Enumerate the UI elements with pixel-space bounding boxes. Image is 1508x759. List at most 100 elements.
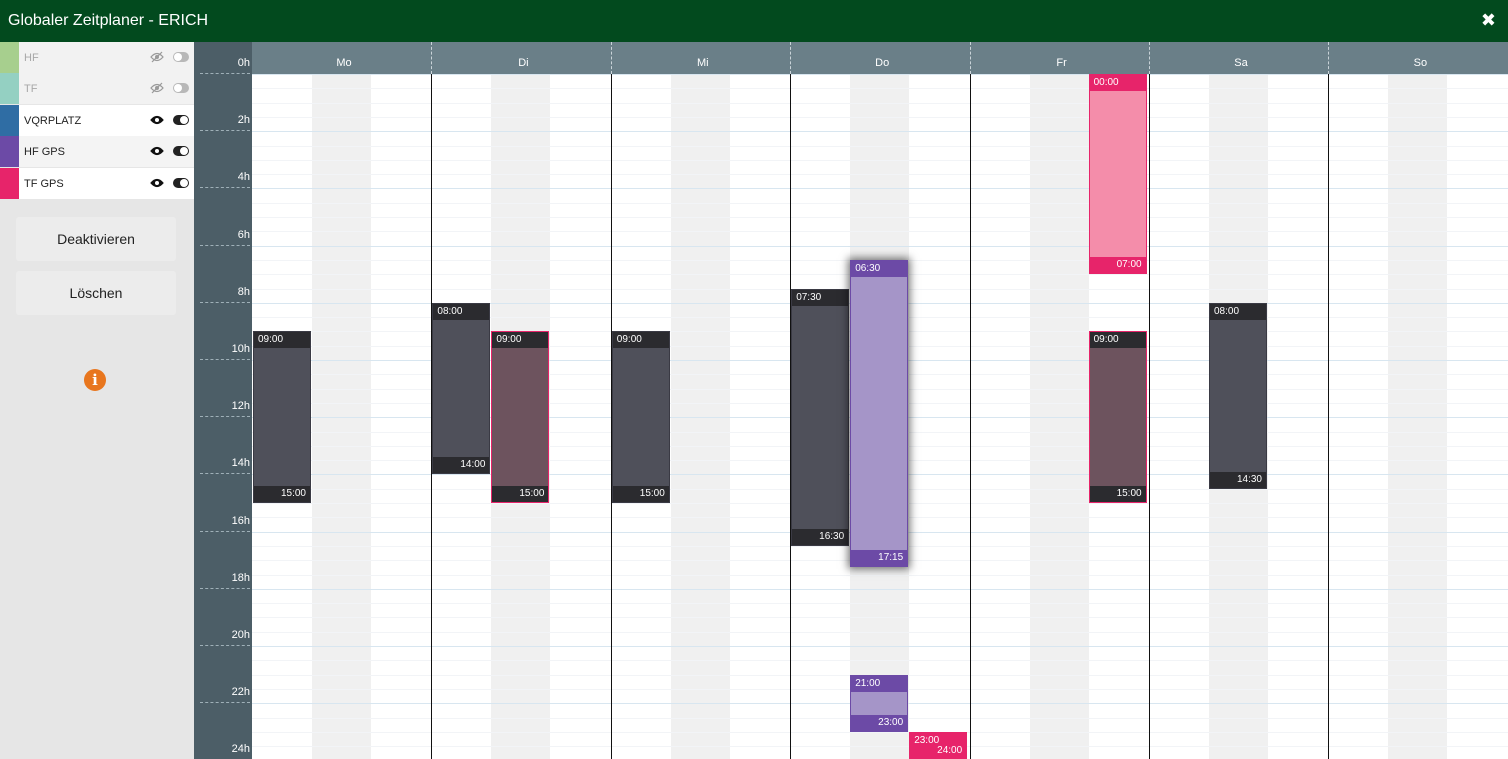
grid-line [252,145,1508,147]
layer-color-swatch [0,136,19,168]
block-start-time: 08:00 [433,303,490,320]
info-icon[interactable]: i [84,369,106,391]
schedule-block[interactable]: 09:00 15:00 [253,331,311,503]
hour-label: 14h [231,457,250,470]
day-header-separator [431,42,433,74]
schedule-block[interactable]: 23:00 24:00 [909,731,968,759]
day-label: Mo [336,57,352,69]
hour-tick [200,359,250,360]
hour-label: 22h [231,686,250,699]
day-separator [969,74,971,759]
hour-label: 20h [231,629,250,641]
layer-label: HF GPS [24,146,65,159]
window-title: Globaler Zeitplaner - ERICH [8,12,209,29]
layer-toggle[interactable] [173,52,189,62]
day-label: Sa [1234,57,1248,69]
eye-slash-icon[interactable] [150,82,164,94]
grid-line [252,131,1508,133]
layer-label: TF GPS [24,177,64,190]
hour-label: 6h [237,228,250,241]
day-label: Fr [1056,57,1067,69]
hour-tick [200,587,250,589]
schedule-block[interactable]: 09:00 15:00 [1088,331,1147,503]
eye-icon[interactable] [150,145,164,157]
grid-line [252,245,1508,247]
sidebar: HF TF VQRPLATZ HF GPS TF GPS Deaktivieren Lö… [0,42,194,759]
hour-tick [200,702,250,704]
grid-line [252,660,1508,662]
block-start-time: 07:30 [792,289,849,306]
title-bar: Globaler Zeitplaner - ERICH ✖ [0,0,1508,42]
layer-toggle[interactable] [173,177,189,188]
grid-line [252,74,1508,75]
eye-icon[interactable] [150,114,164,126]
hour-label: 18h [231,571,250,584]
schedule-block[interactable]: 06:30 17:15 [850,259,909,568]
close-icon[interactable]: ✖ [1481,10,1496,31]
grid-line [252,603,1508,605]
day-label: Do [875,57,890,69]
eye-icon[interactable] [150,177,164,189]
schedule-block[interactable]: 21:00 23:00 [850,674,909,732]
layer-row-hf[interactable]: HF [0,42,194,73]
block-end-time: 14:00 [433,457,490,474]
block-start-time: 09:00 [254,332,310,349]
layer-toggle[interactable] [173,146,189,157]
day-header-separator [1328,42,1330,74]
layer-row-hf-gps[interactable]: HF GPS [0,136,194,168]
schedule-block[interactable]: 07:30 16:30 [791,288,850,546]
day-label: Di [518,57,529,69]
hour-label: 0h [237,57,250,69]
schedule-block[interactable]: 08:00 14:30 [1209,302,1267,489]
eye-slash-icon[interactable] [150,51,164,63]
schedule-block[interactable]: 09:00 15:00 [611,331,670,503]
layer-label: HF [24,52,39,64]
schedule-grid[interactable]: 09:00 15:00 08:00 14:00 09:00 15:00 09:00 15:00… [252,74,1508,759]
grid-line [252,188,1508,190]
layer-toggle[interactable] [173,114,189,125]
hour-tick [200,187,250,189]
day-header-separator [790,42,792,74]
toggle-knob [180,178,188,187]
day-separator [1149,74,1150,759]
grid-line [252,617,1508,619]
schedule-block[interactable]: 08:00 14:00 [432,302,491,475]
layer-color-swatch [0,42,19,73]
hour-tick [200,530,250,532]
hour-label: 10h [231,343,250,355]
block-end-time: 17:15 [851,550,908,567]
grid-line [252,631,1508,633]
grid-line [252,574,1508,576]
hour-label: 4h [237,171,250,184]
hour-label: 12h [231,400,250,413]
layer-row-tf[interactable]: TF [0,73,194,105]
hour-tick [200,244,250,246]
grid-line [252,231,1508,233]
layer-label: TF [24,83,38,96]
grid-line [252,174,1508,176]
schedule-block[interactable]: 09:00 15:00 [491,331,550,503]
block-start-time: 09:00 [492,332,549,349]
schedule-block[interactable]: 00:00 07:00 [1088,74,1147,275]
grid-line [252,646,1508,647]
hour-label: 16h [231,514,250,527]
grid-line [252,588,1508,590]
block-end-time: 15:00 [1089,485,1146,502]
block-start-time: 09:00 [612,332,669,349]
layer-color-swatch [0,73,19,105]
delete-button[interactable]: Löschen [16,271,176,315]
deactivate-button[interactable]: Deaktivieren [16,217,176,261]
grid-line [252,217,1508,218]
block-end-time: 15:00 [254,485,310,502]
toggle-knob [174,84,182,93]
day-header-separator [969,42,971,74]
layer-row-vqrplatz[interactable]: VQRPLATZ [0,104,194,136]
hour-label: 2h [237,114,250,127]
hour-tick [200,473,250,475]
layer-color-swatch [0,104,19,136]
layer-toggle[interactable] [173,83,189,94]
block-end-time: 16:30 [792,528,849,545]
hour-label: 8h [237,285,250,298]
layer-row-tf-gps[interactable]: TF GPS [0,167,194,199]
grid-line [252,102,1508,104]
